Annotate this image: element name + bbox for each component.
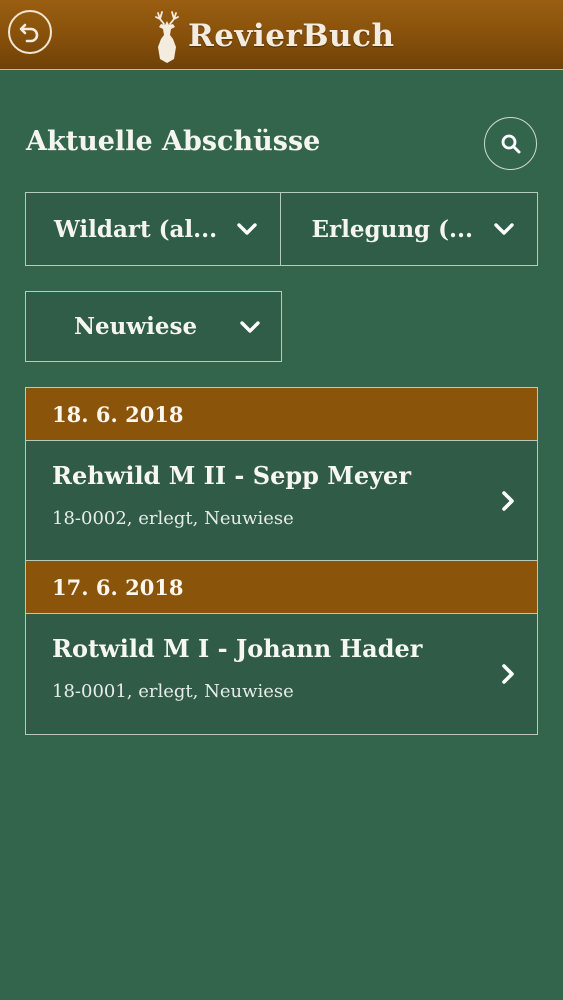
erlegung-select[interactable]: Erlegung (... [279,193,538,265]
chevron-down-icon [236,223,257,235]
date-header: 17. 6. 2018 [26,561,537,614]
search-icon [501,134,520,153]
date-header: 18. 6. 2018 [26,388,537,441]
search-button[interactable] [484,117,537,170]
back-arrow-icon [19,23,39,43]
chevron-right-icon [502,664,514,684]
list-item[interactable]: Rotwild M I - Johann Hader 18-0001, erle… [26,614,537,734]
list-item[interactable]: Rehwild M II - Sepp Meyer 18-0002, erleg… [26,441,537,561]
revier-select[interactable]: Neuwiese [25,291,282,362]
page-title: Aktuelle Abschüsse [26,126,321,157]
chevron-right-icon [502,491,514,511]
chevron-down-icon [240,320,260,333]
chevron-down-icon [494,223,514,235]
deer-icon [155,11,179,63]
revier-select-label: Neuwiese [74,313,198,340]
app-header: RevierBuch [0,0,563,70]
abschuss-list: 18. 6. 2018 Rehwild M II - Sepp Meyer 18… [25,387,538,735]
list-item-subtitle: 18-0001, erlegt, Neuwiese [52,681,294,702]
back-button[interactable] [8,10,52,54]
list-item-title: Rotwild M I - Johann Hader [52,634,423,663]
wildart-select[interactable]: Wildart (al... [26,193,280,265]
app-logo: RevierBuch [150,6,395,66]
list-item-title: Rehwild M II - Sepp Meyer [52,461,411,490]
wildart-select-label: Wildart (al... [54,215,218,243]
app-name: RevierBuch [188,18,395,54]
filter-row: Wildart (al... Erlegung (... [25,192,538,266]
list-item-subtitle: 18-0002, erlegt, Neuwiese [52,508,294,529]
erlegung-select-label: Erlegung (... [311,215,474,243]
